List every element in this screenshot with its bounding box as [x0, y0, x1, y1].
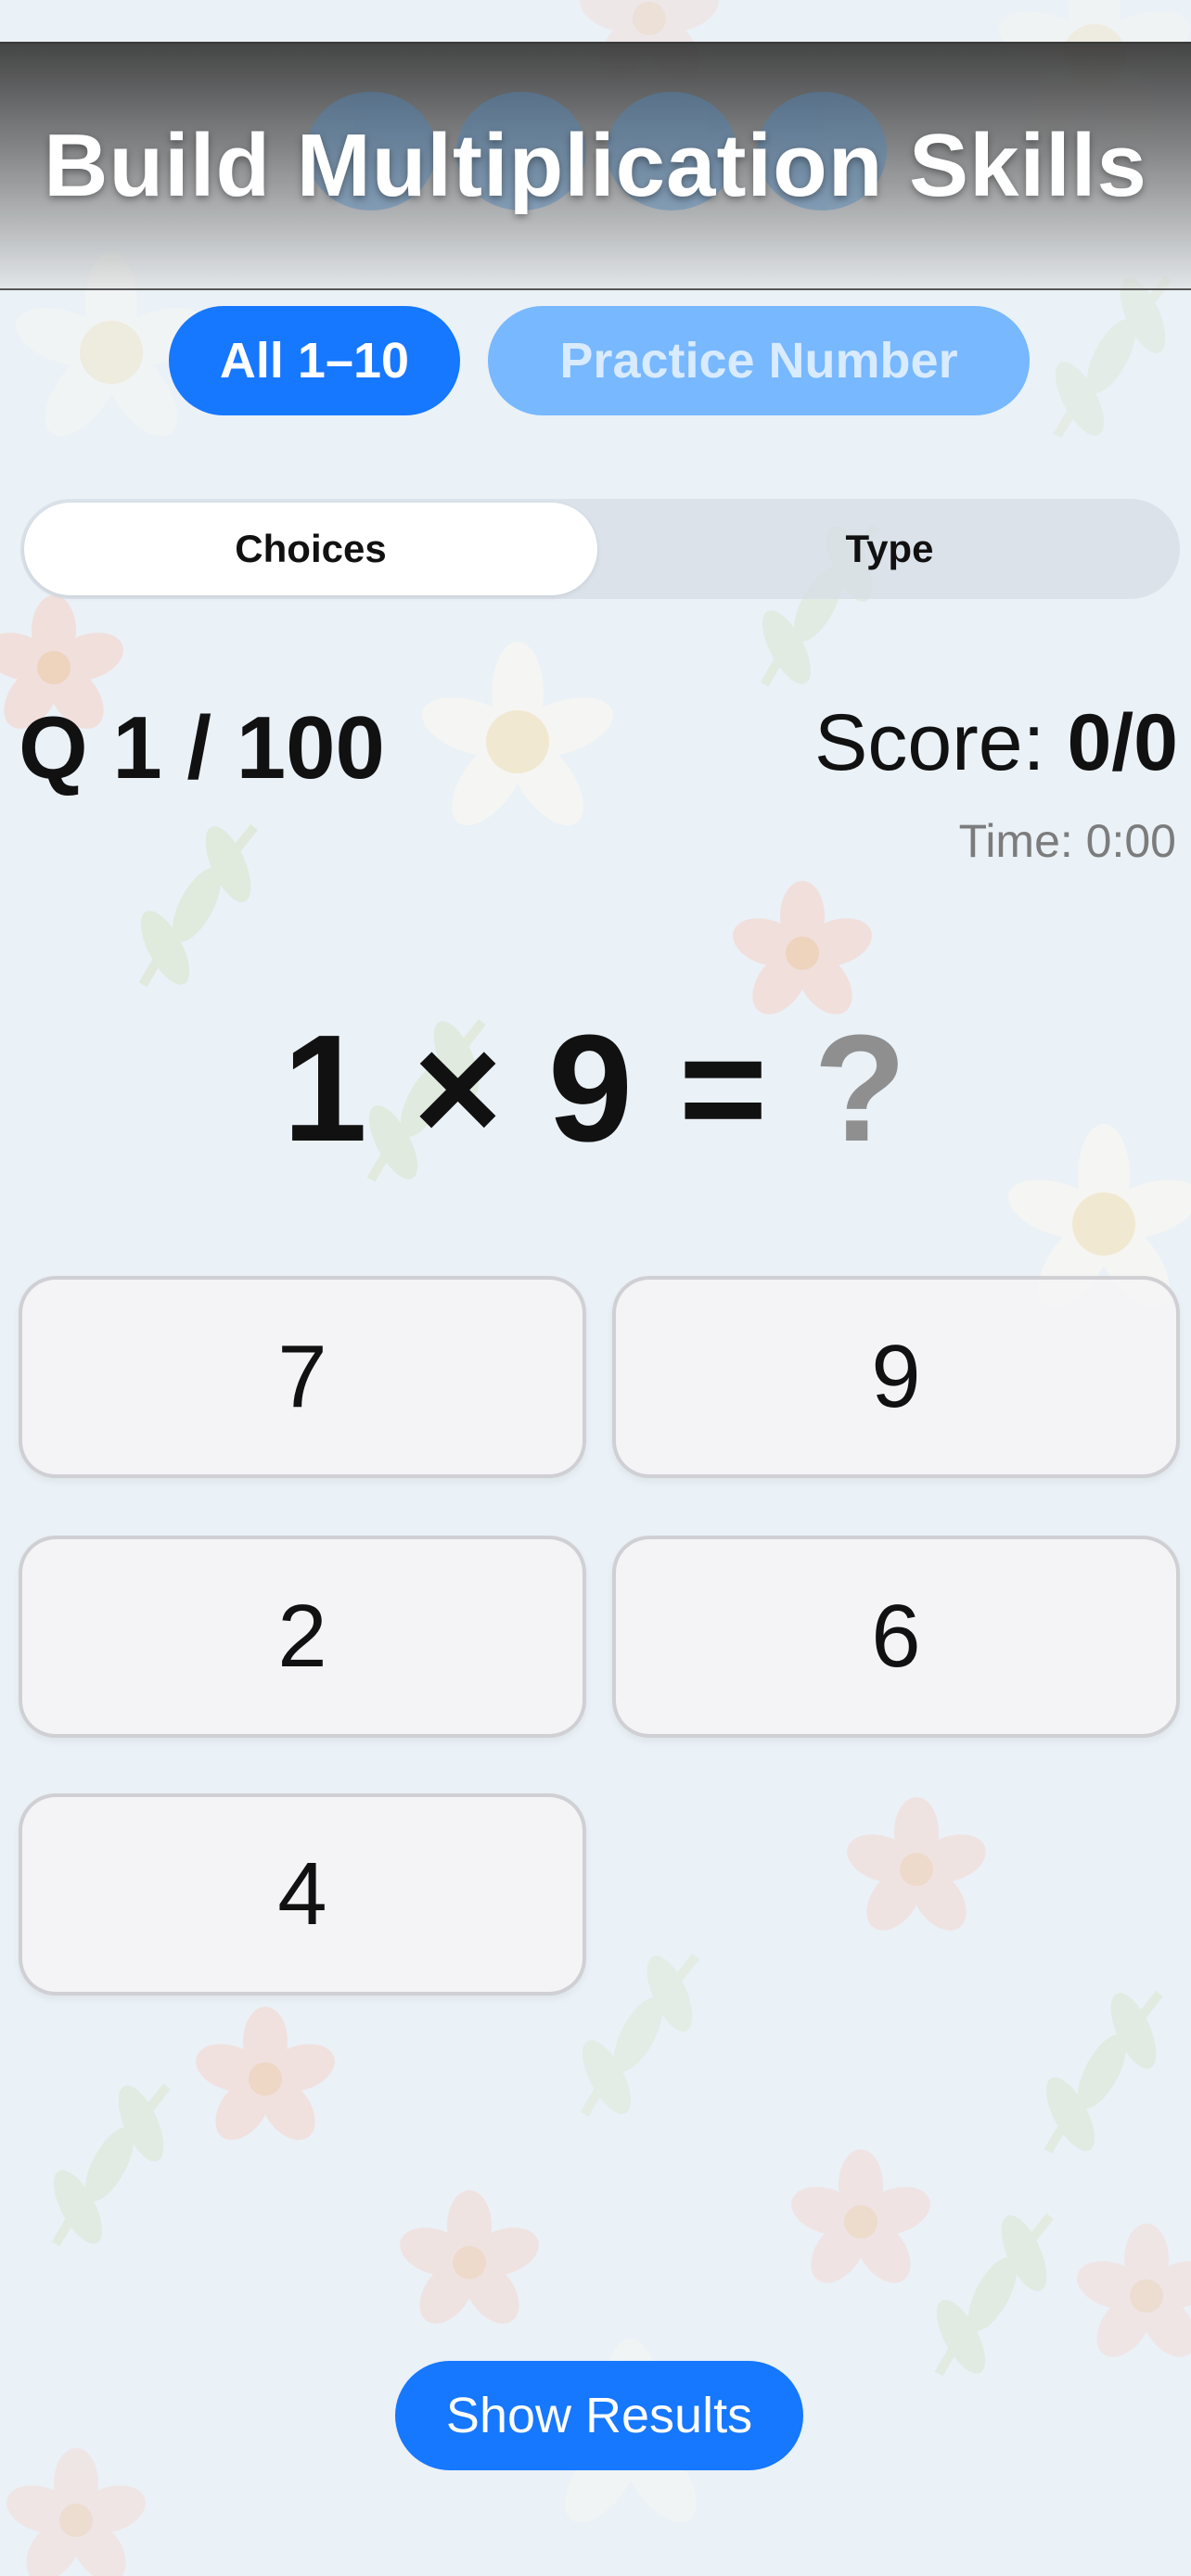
banner-title: Build Multiplication Skills [44, 116, 1147, 215]
choices-tab[interactable]: Choices [24, 503, 597, 595]
answer-choice-5[interactable]: 4 [19, 1793, 586, 1996]
timer-display: Time: 0:00 [958, 815, 1176, 867]
question-counter: Q 1 / 100 [19, 698, 385, 797]
all-numbers-button[interactable]: All 1–10 [169, 306, 460, 415]
answer-choice-1[interactable]: 7 [19, 1276, 586, 1478]
multiplication-problem: 1 × 9 = ? [0, 1001, 1191, 1176]
problem-left-operand: 1 [282, 1003, 369, 1173]
promo-banner: Build Multiplication Skills [0, 42, 1191, 290]
score-label: Score: [813, 698, 1045, 787]
problem-unknown: ? [813, 1003, 909, 1173]
answer-choice-4[interactable]: 6 [612, 1536, 1180, 1738]
answer-choice-3[interactable]: 2 [19, 1536, 586, 1738]
problem-equals: = [678, 1003, 770, 1173]
type-tab[interactable]: Type [603, 503, 1176, 595]
problem-right-operand: 9 [547, 1003, 635, 1173]
score-display: Score: 0/0 [814, 697, 1178, 789]
show-results-button[interactable]: Show Results [395, 2361, 803, 2470]
problem-operator: × [413, 1003, 505, 1173]
practice-number-button[interactable]: Practice Number [488, 306, 1030, 415]
app-content: Build Multiplication Skills All 1–10 Pra… [0, 0, 1191, 2576]
answer-mode-segmented-control[interactable]: Choices Type [20, 499, 1180, 599]
score-value: 0/0 [1067, 698, 1178, 787]
answer-choice-2[interactable]: 9 [612, 1276, 1180, 1478]
